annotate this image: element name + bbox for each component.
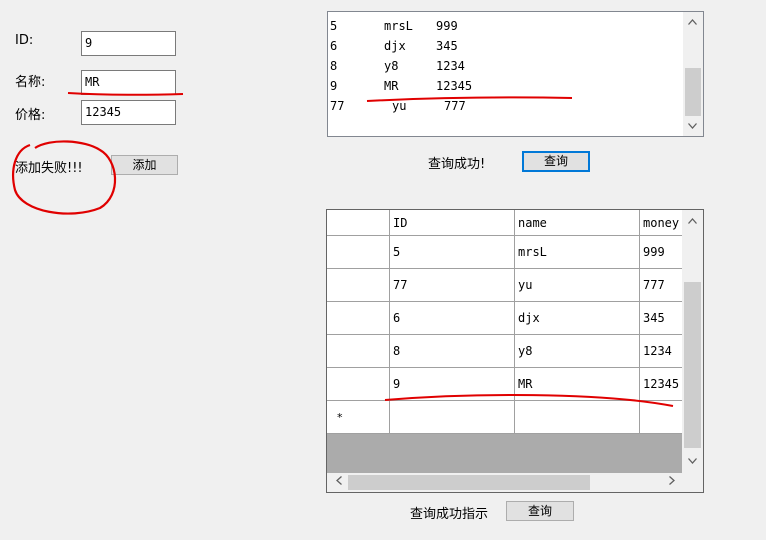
result-listbox[interactable]: 5 mrsL 999 6 djx 345 8 y8 1234 9 MR 12345 77 yu 777 <box>327 11 704 137</box>
grid-cell[interactable]: 77 <box>390 269 515 302</box>
listbox-item-name: mrsL <box>384 19 413 33</box>
listbox-item-money: 999 <box>436 19 458 33</box>
grid-column-header-name[interactable]: name <box>515 210 640 236</box>
grid-cell[interactable]: y8 <box>515 335 640 368</box>
result-datagrid[interactable]: ID name money 5 mrsL 999 77 yu 777 6 djx 345 8 y8 1234… <box>326 209 704 493</box>
listbox-item[interactable]: 6 djx 345 <box>330 36 680 56</box>
circle-add-status <box>12 140 117 215</box>
grid-query-button[interactable]: 查询 <box>506 501 574 521</box>
listbox-item-id: 77 <box>330 99 345 113</box>
grid-column-header-id[interactable]: ID <box>390 210 515 236</box>
listbox-item-id: 6 <box>330 39 338 53</box>
price-input[interactable]: 12345 <box>81 100 176 125</box>
grid-cell[interactable]: yu <box>515 269 640 302</box>
new-row-marker: * <box>337 411 343 424</box>
add-status-text: 添加失败!!! <box>15 161 83 176</box>
grid-cell[interactable]: 8 <box>390 335 515 368</box>
chevron-down-icon[interactable] <box>684 118 701 135</box>
grid-column-header-money[interactable]: money <box>640 210 685 236</box>
listbox-item-money: 1234 <box>436 59 465 73</box>
grid-cell[interactable]: 5 <box>390 236 515 269</box>
grid-cell[interactable]: 345 <box>640 302 685 335</box>
listbox-vertical-scrollbar[interactable] <box>683 12 703 136</box>
grid-row-header[interactable] <box>327 335 390 368</box>
listbox-item-id: 8 <box>330 59 338 73</box>
listbox-item-name: djx <box>384 39 406 53</box>
list-query-status: 查询成功! <box>428 157 486 172</box>
grid-row-header[interactable] <box>327 236 390 269</box>
listbox-item-name: yu <box>392 99 407 113</box>
chevron-down-icon[interactable] <box>684 453 701 470</box>
listbox-item-money: 777 <box>444 99 466 113</box>
grid-new-row-cell[interactable] <box>390 401 515 434</box>
grid-new-row-cell[interactable] <box>640 401 685 434</box>
listbox-scroll-thumb[interactable] <box>685 68 701 116</box>
listbox-item-money: 345 <box>436 39 458 53</box>
listbox-item-name: y8 <box>384 59 399 73</box>
grid-cell[interactable]: 1234 <box>640 335 685 368</box>
add-button[interactable]: 添加 <box>111 155 178 175</box>
grid-hscroll-thumb[interactable] <box>348 475 590 490</box>
grid-cell[interactable]: 12345 <box>640 368 685 401</box>
listbox-item-name: MR <box>384 79 399 93</box>
grid-new-row-cell[interactable] <box>515 401 640 434</box>
grid-cell[interactable]: mrsL <box>515 236 640 269</box>
listbox-item[interactable]: 5 mrsL 999 <box>330 16 680 36</box>
listbox-item[interactable]: 77 yu 777 <box>330 96 680 116</box>
id-input[interactable]: 9 <box>81 31 176 56</box>
listbox-item[interactable]: 8 y8 1234 <box>330 56 680 76</box>
chevron-left-icon[interactable] <box>330 474 347 491</box>
grid-cell[interactable]: djx <box>515 302 640 335</box>
chevron-up-icon[interactable] <box>684 14 701 31</box>
grid-cell[interactable]: 6 <box>390 302 515 335</box>
price-label: 价格: <box>15 108 46 123</box>
grid-horizontal-scrollbar[interactable] <box>327 473 703 492</box>
grid-row-header[interactable] <box>327 368 390 401</box>
listbox-item-money: 12345 <box>436 79 473 93</box>
listbox-item-id: 5 <box>330 19 338 33</box>
grid-cell[interactable]: 9 <box>390 368 515 401</box>
chevron-right-icon[interactable] <box>663 474 680 491</box>
id-label: ID: <box>15 33 34 48</box>
grid-cell[interactable]: 777 <box>640 269 685 302</box>
grid-row-header[interactable] <box>327 302 390 335</box>
name-label: 名称: <box>15 75 46 90</box>
list-query-button[interactable]: 查询 <box>522 151 590 172</box>
grid-new-row-header[interactable]: * <box>327 401 390 434</box>
listbox-item[interactable]: 9 MR 12345 <box>330 76 680 96</box>
name-input[interactable]: MR <box>81 70 176 95</box>
grid-cell[interactable]: MR <box>515 368 640 401</box>
grid-row-header[interactable] <box>327 269 390 302</box>
grid-query-status: 查询成功指示 <box>410 507 489 522</box>
grid-vscroll-thumb[interactable] <box>684 282 701 448</box>
listbox-item-id: 9 <box>330 79 338 93</box>
grid-corner-header[interactable] <box>327 210 390 236</box>
scrollbar-corner <box>682 473 703 492</box>
grid-cell[interactable]: 999 <box>640 236 685 269</box>
chevron-up-icon[interactable] <box>684 213 701 230</box>
grid-vertical-scrollbar[interactable] <box>682 210 703 473</box>
